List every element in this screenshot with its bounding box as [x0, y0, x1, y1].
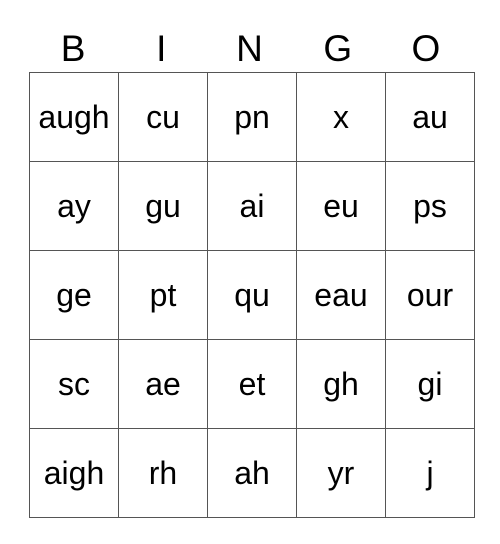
bingo-header-letter-g: G [323, 28, 353, 69]
bingo-cell[interactable]: ai [207, 161, 297, 251]
bingo-cell[interactable]: rh [118, 428, 208, 518]
bingo-cell[interactable]: gu [118, 161, 208, 251]
bingo-header-letter-o: O [411, 28, 441, 69]
bingo-cell[interactable]: ps [385, 161, 475, 251]
bingo-card: B I N G O augh cu pn x au ay gu ai eu ps… [29, 14, 475, 518]
bingo-row: ay gu ai eu ps [29, 161, 475, 251]
bingo-row: augh cu pn x au [29, 72, 475, 162]
bingo-header-letter-b: B [60, 28, 86, 69]
bingo-cell[interactable]: our [385, 250, 475, 340]
bingo-cell[interactable]: au [385, 72, 475, 162]
bingo-cell[interactable]: ah [207, 428, 297, 518]
bingo-cell[interactable]: et [207, 339, 297, 429]
bingo-cell[interactable]: x [296, 72, 386, 162]
bingo-cell[interactable]: gi [385, 339, 475, 429]
bingo-cell[interactable]: qu [207, 250, 297, 340]
bingo-cell[interactable]: ae [118, 339, 208, 429]
bingo-cell[interactable]: pt [118, 250, 208, 340]
bingo-cell[interactable]: augh [29, 72, 119, 162]
bingo-cell[interactable]: ay [29, 161, 119, 251]
bingo-row: aigh rh ah yr j [29, 428, 475, 518]
bingo-row: ge pt qu eau our [29, 250, 475, 340]
bingo-header-letter-n: N [236, 28, 263, 69]
bingo-cell[interactable]: eu [296, 161, 386, 251]
bingo-cell[interactable]: sc [29, 339, 119, 429]
bingo-cell[interactable]: aigh [29, 428, 119, 518]
bingo-cell[interactable]: yr [296, 428, 386, 518]
bingo-header-letter-i: I [156, 28, 167, 69]
bingo-header-row: B I N G O [29, 14, 470, 72]
bingo-cell[interactable]: j [385, 428, 475, 518]
bingo-cell[interactable]: gh [296, 339, 386, 429]
bingo-cell[interactable]: ge [29, 250, 119, 340]
bingo-grid: augh cu pn x au ay gu ai eu ps ge pt qu … [29, 72, 475, 518]
bingo-row: sc ae et gh gi [29, 339, 475, 429]
bingo-cell[interactable]: cu [118, 72, 208, 162]
bingo-cell[interactable]: eau [296, 250, 386, 340]
bingo-cell[interactable]: pn [207, 72, 297, 162]
